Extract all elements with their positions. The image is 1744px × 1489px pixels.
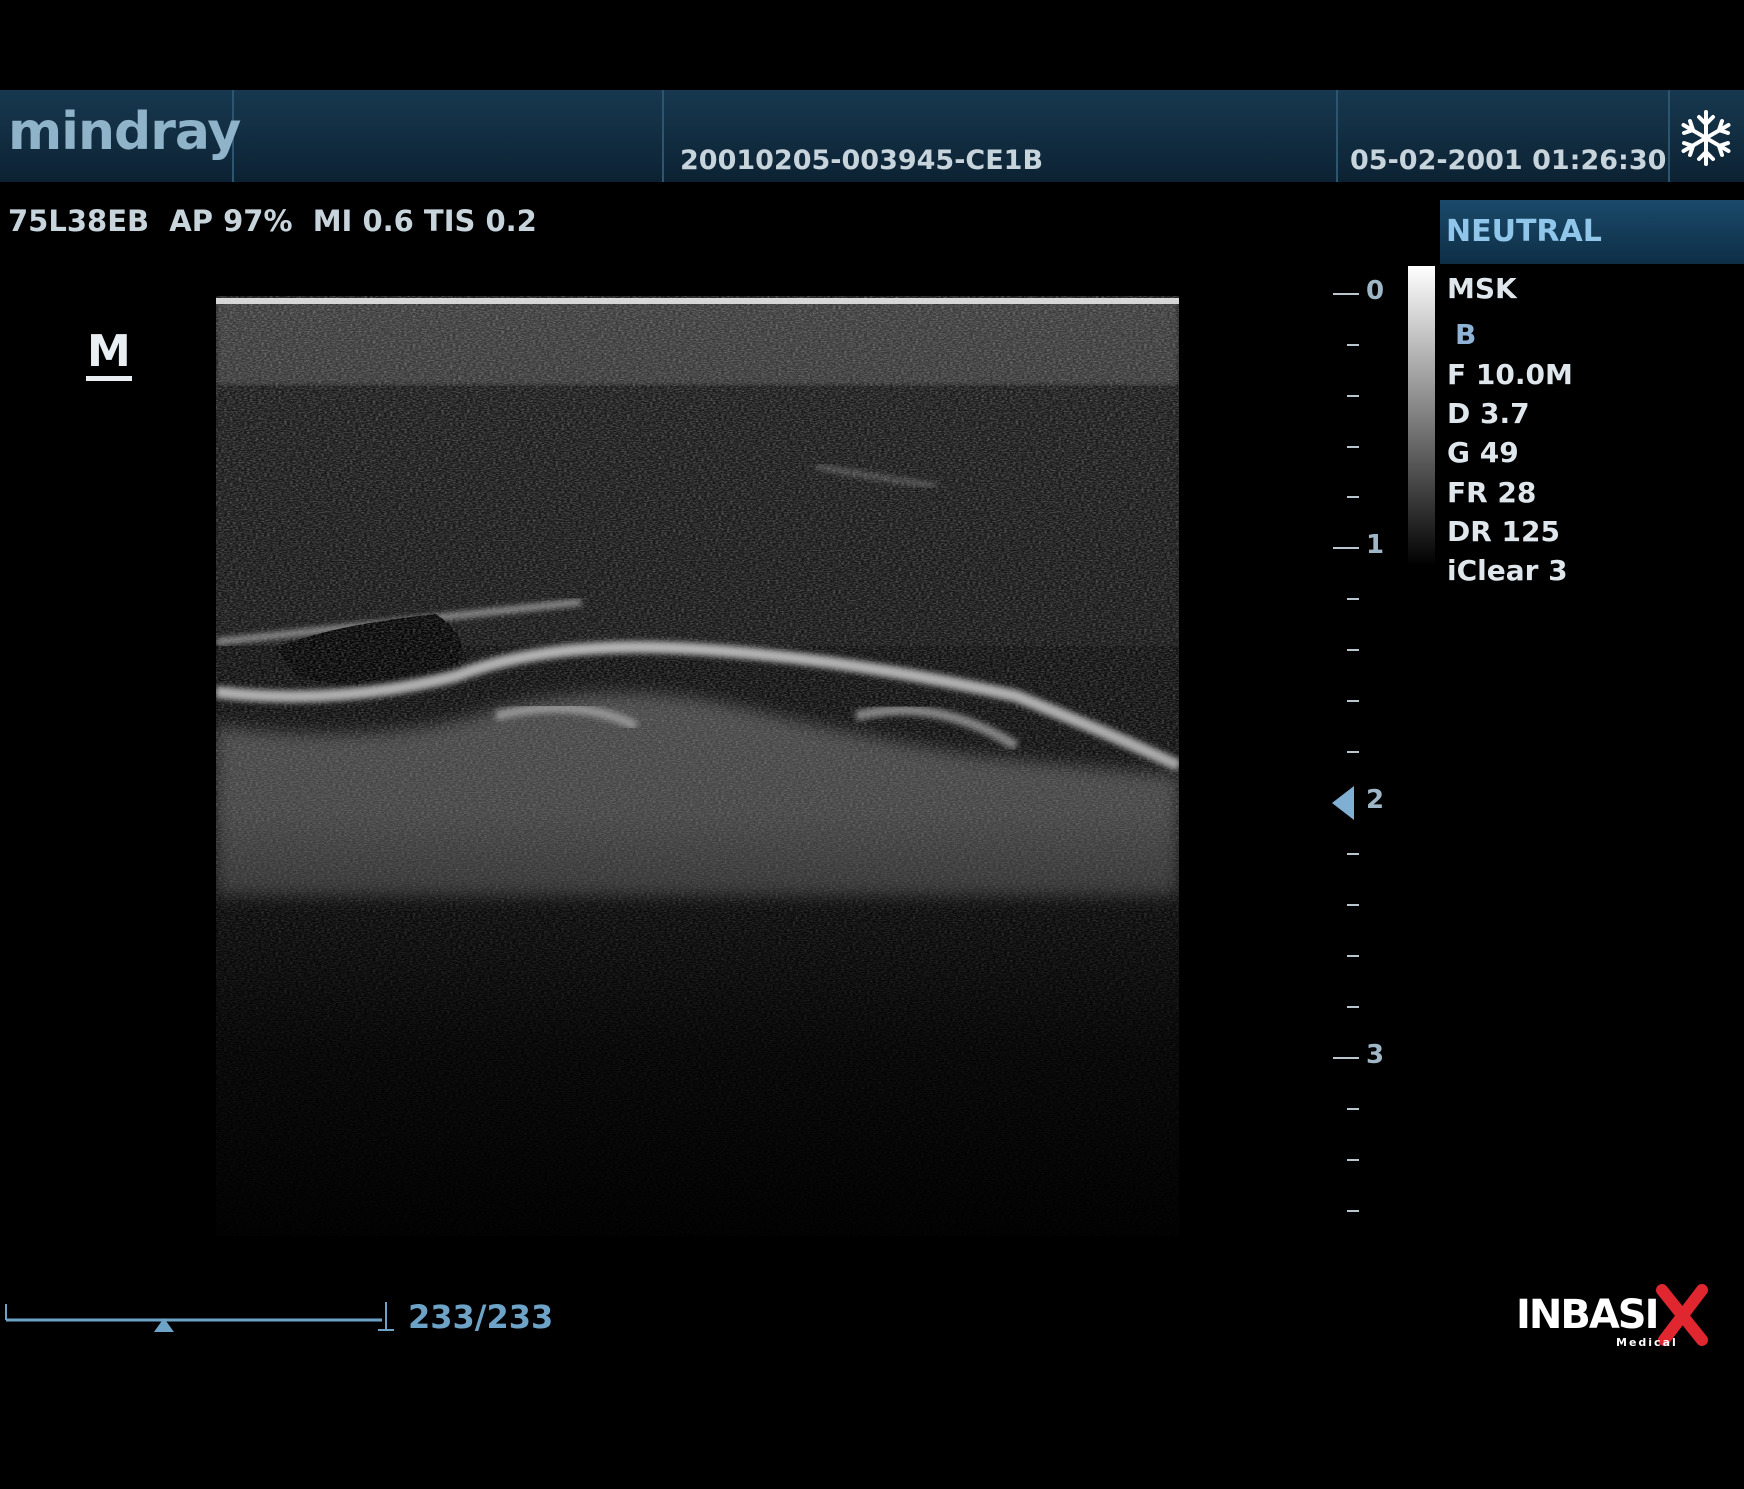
frame-counter: 233/233 xyxy=(408,1298,554,1336)
probe-info: 75L38EB AP 97% MI 0.6 TIS 0.2 xyxy=(8,204,537,238)
brand-logo: mindray xyxy=(8,102,241,162)
depth-major-tick xyxy=(1333,547,1359,549)
patient-id-cell: 20010205-003945-CE1B xyxy=(664,90,1338,182)
depth-scale: 0 1 2 3 xyxy=(1320,270,1420,1230)
gain: G 49 xyxy=(1447,436,1519,469)
orientation-marker: M xyxy=(86,330,132,381)
depth-minor-tick xyxy=(1347,1210,1359,1212)
svg-text:INBASI: INBASI xyxy=(1516,1292,1658,1338)
depth-minor-tick xyxy=(1347,496,1359,498)
depth-minor-tick xyxy=(1347,1006,1359,1008)
datetime-cell: 05-02-2001 01:26:30 xyxy=(1338,90,1670,182)
depth-minor-tick xyxy=(1347,649,1359,651)
depth-minor-tick xyxy=(1347,904,1359,906)
datetime: 05-02-2001 01:26:30 xyxy=(1350,145,1667,176)
depth-minor-tick xyxy=(1347,751,1359,753)
depth-minor-tick xyxy=(1347,446,1359,448)
snowflake-icon[interactable] xyxy=(1676,108,1736,168)
depth-minor-tick xyxy=(1347,1159,1359,1161)
dynamic-range: DR 125 xyxy=(1447,515,1560,548)
depth-major-tick xyxy=(1333,293,1359,295)
depth-label-2: 2 xyxy=(1366,785,1385,815)
preset-label[interactable]: NEUTRAL xyxy=(1440,200,1744,264)
depth-minor-tick xyxy=(1347,598,1359,600)
depth: D 3.7 xyxy=(1447,397,1530,430)
brand-cell: mindray xyxy=(0,90,241,182)
depth-minor-tick xyxy=(1347,344,1359,346)
depth-minor-tick xyxy=(1347,955,1359,957)
depth-minor-tick xyxy=(1347,1108,1359,1110)
depth-label-1: 1 xyxy=(1366,530,1385,560)
imaging-mode: B xyxy=(1455,318,1477,351)
frame-rate: FR 28 xyxy=(1447,476,1537,509)
depth-label-0: 0 xyxy=(1366,276,1385,306)
iclear: iClear 3 xyxy=(1447,554,1568,587)
grayscale-bar xyxy=(1408,266,1435,566)
exam-type: MSK xyxy=(1447,272,1517,305)
svg-text:Medical: Medical xyxy=(1616,1336,1678,1349)
depth-minor-tick xyxy=(1347,700,1359,702)
preset-name: NEUTRAL xyxy=(1446,214,1602,249)
focus-marker-icon[interactable] xyxy=(1332,786,1356,820)
ultrasound-image[interactable] xyxy=(216,296,1179,1236)
header-bar: mindray 20010205-003945-CE1B 05-02-2001 … xyxy=(0,90,1744,182)
frequency: F 10.0M xyxy=(1447,358,1573,391)
depth-minor-tick xyxy=(1347,853,1359,855)
depth-minor-tick xyxy=(1347,395,1359,397)
depth-label-3: 3 xyxy=(1366,1040,1385,1070)
inbasix-logo: INBASI Medical xyxy=(1516,1284,1708,1349)
hospital-cell xyxy=(234,90,664,182)
patient-id: 20010205-003945-CE1B xyxy=(680,145,1044,176)
depth-major-tick xyxy=(1333,1057,1359,1059)
